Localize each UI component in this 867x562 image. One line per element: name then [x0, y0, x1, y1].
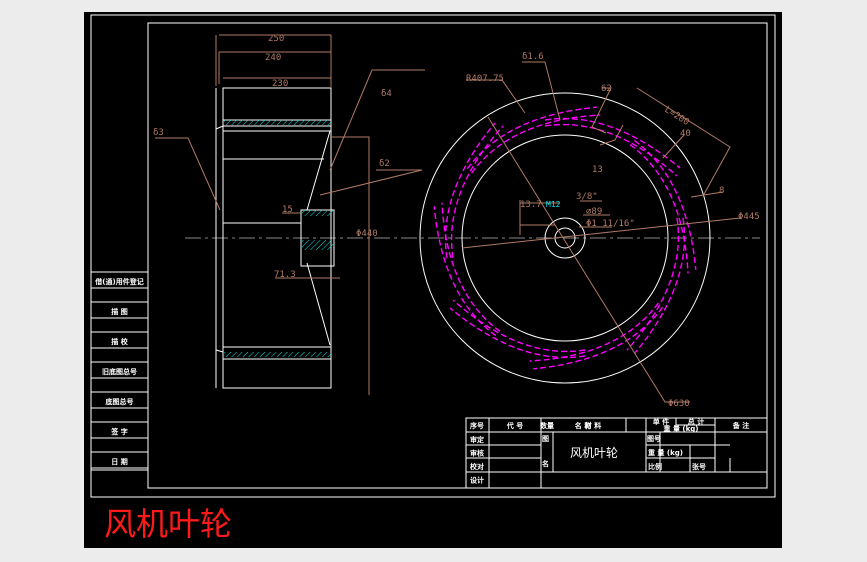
blade: [433, 202, 501, 337]
drawing-title-red: 风机叶轮: [104, 505, 232, 543]
blade: [544, 117, 681, 177]
tb-role-label: 校对: [470, 462, 484, 471]
left-table-cell: 签 字: [110, 427, 127, 436]
tb-tu-label: 图: [542, 434, 549, 443]
dim-dia440: Φ440: [356, 229, 378, 239]
tb-header: 备 注: [732, 421, 749, 430]
left-table-cell: 借(通)用件登记: [94, 277, 143, 286]
dim-250: 250: [268, 34, 284, 44]
tb-drawing-name: 风机叶轮: [570, 446, 618, 460]
dim-r407-75: R407.75: [466, 74, 504, 84]
dim-dia630: Φ630: [668, 399, 690, 409]
dim-71-3: 71.3: [274, 270, 296, 280]
left-table-cell: 旧底图总号: [102, 367, 137, 376]
tb-ming-label: 名: [542, 459, 549, 468]
blade: [466, 106, 601, 174]
dim-230: 230: [272, 79, 288, 89]
dim-40: 40: [680, 129, 691, 139]
dim-dia89: ⌀89: [586, 207, 602, 217]
dim-delta2: δ2: [379, 159, 390, 169]
dim-delta3: δ3: [153, 128, 164, 138]
blade: [529, 302, 664, 370]
front-dimension-lines: [461, 61, 741, 403]
dim-dia445: Φ445: [738, 212, 760, 222]
tb-sheet-label: 张号: [692, 462, 706, 471]
drawing-svg: 借(通)用件登记描 图描 校旧底图总号底图总号签 字日 期 250 240 23…: [90, 14, 776, 543]
left-register-table: 借(通)用件登记描 图描 校旧底图总号底图总号签 字日 期: [91, 271, 148, 471]
tb-header: 序号: [469, 421, 484, 430]
dim-3-8-inch: 3/8": [576, 192, 598, 202]
dim-length: L=200: [662, 105, 690, 128]
shroud-hatch-top: [224, 120, 331, 125]
tb-header: 重 量 (kg): [664, 424, 699, 433]
tb-header: 代 号: [506, 421, 523, 430]
tb-weight-label: 重 量 (kg): [648, 448, 683, 457]
tb-role-label: 审核: [470, 449, 484, 458]
dim-delta4: δ4: [381, 89, 392, 99]
hub-hatch-top: [302, 210, 334, 216]
dim-13: 13: [592, 165, 603, 175]
left-table-cell: 描 校: [111, 337, 128, 346]
cad-drawing-canvas[interactable]: 借(通)用件登记描 图描 校旧底图总号底图总号签 字日 期 250 240 23…: [84, 12, 782, 548]
left-table-cell: 日 期: [111, 457, 127, 466]
tb-header: 材 料: [584, 421, 601, 430]
dim-13-7: 13.7: [520, 200, 542, 210]
dim-8: 8: [719, 186, 724, 196]
dim-240: 240: [265, 53, 281, 63]
left-table-cell: 描 图: [111, 307, 127, 316]
dim-62: 62: [601, 84, 612, 94]
dim-15: 15: [282, 205, 293, 215]
blade: [449, 299, 586, 359]
tb-scale-label: 比例: [648, 462, 662, 471]
tb-drawing-number-label: 图号: [647, 434, 661, 443]
left-table-cell: 底图总号: [106, 397, 134, 406]
tb-header: 数量: [540, 421, 554, 430]
tb-role-label: 审定: [470, 435, 484, 444]
dim-delta1-6: δ1.6: [522, 52, 544, 62]
dim-m12: M12: [546, 200, 561, 209]
tb-role-label: 设计: [470, 476, 484, 485]
dim-1-11-16-inch: Φ1 11/16": [586, 219, 635, 229]
hub-hatch-bottom: [302, 240, 334, 250]
shroud-hatch-bottom: [224, 352, 331, 357]
blade: [629, 139, 697, 274]
